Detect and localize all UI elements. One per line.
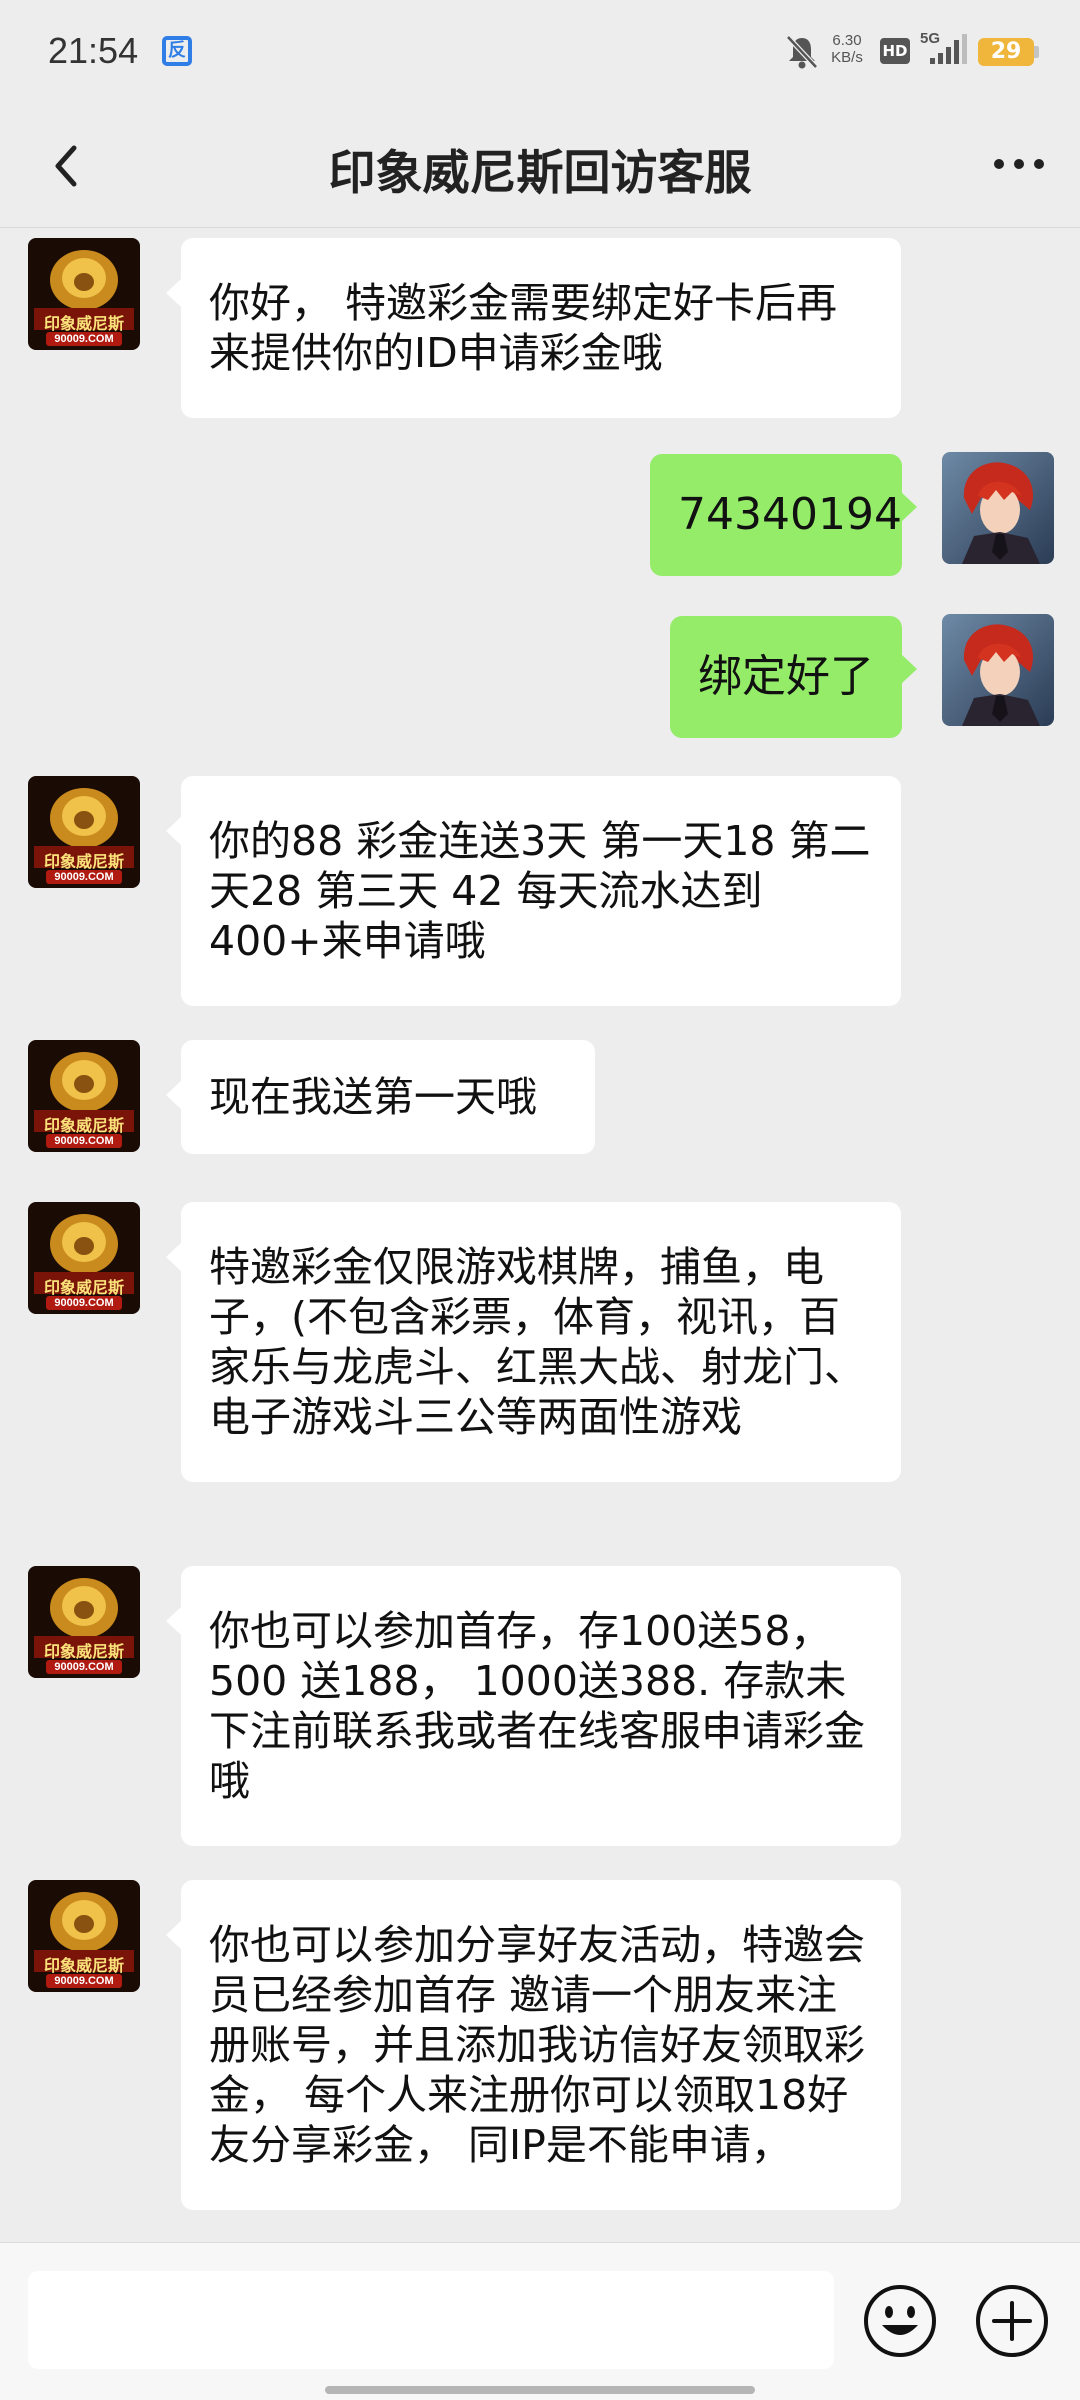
message-bubble-sent[interactable]: 74340194 — [650, 454, 917, 576]
user-avatar[interactable] — [942, 614, 1054, 726]
message-bubble-received[interactable]: 你的88 彩金连送3天 第一天18 第二天28 第三天 42 每天流水达到400… — [166, 776, 901, 1006]
message-input[interactable] — [28, 2271, 834, 2369]
message-bubble-received[interactable]: 现在我送第一天哦 — [166, 1040, 595, 1154]
agent-logo-text: 印象威尼斯 — [43, 852, 124, 871]
message-bubble-received[interactable]: 你好， 特邀彩金需要绑定好卡后再来提供你的ID申请彩金哦 — [166, 238, 901, 418]
message-input-bar — [0, 2242, 1080, 2400]
app-notification-icon: 反 — [162, 36, 192, 66]
chat-header: 印象威尼斯回访客服 — [0, 104, 1080, 228]
agent-avatar[interactable]: 印象威尼斯 90009.COM — [28, 238, 140, 350]
chat-message-list[interactable]: 印象威尼斯 90009.COM 你好， 特邀彩金需要绑定好卡后再来提供你的ID申… — [0, 228, 1080, 2242]
bell-off-icon — [786, 35, 818, 69]
message-bubble-received[interactable]: 你也可以参加首存，存100送58，500 送188， 1000送388. 存款未… — [166, 1566, 901, 1846]
message-bubble-received[interactable]: 特邀彩金仅限游戏棋牌，捕鱼，电子，(不包含彩票，体育，视讯，百家乐与龙虎斗、红黑… — [166, 1202, 901, 1482]
network-speed: 6.30 KB/s — [826, 32, 868, 82]
home-indicator[interactable] — [325, 2386, 755, 2394]
status-time: 21:54 — [48, 30, 139, 71]
agent-avatar[interactable]: 印象威尼斯 90009.COM — [28, 1040, 140, 1152]
agent-avatar[interactable]: 印象威尼斯 90009.COM — [28, 1880, 140, 1992]
agent-logo-url: 90009.COM — [54, 1975, 114, 1987]
emoji-icon[interactable] — [862, 2283, 938, 2359]
agent-logo-text: 印象威尼斯 — [43, 1116, 124, 1135]
network-speed-unit: KB/s — [831, 49, 863, 66]
chevron-left-icon[interactable] — [40, 136, 96, 196]
anime-character-icon — [942, 452, 1054, 564]
agent-avatar[interactable]: 印象威尼斯 90009.COM — [28, 1202, 140, 1314]
agent-logo-text: 印象威尼斯 — [43, 314, 124, 333]
battery-indicator: 29 — [978, 38, 1034, 66]
plus-circle-icon[interactable] — [974, 2283, 1050, 2359]
message-bubble-received[interactable]: 你也可以参加分享好友活动，特邀会员已经参加首存 邀请一个朋友来注册账号，并且添加… — [166, 1880, 901, 2210]
agent-logo-url: 90009.COM — [54, 1135, 114, 1147]
agent-logo-url: 90009.COM — [54, 333, 114, 345]
user-avatar[interactable] — [942, 452, 1054, 564]
signal-icon: 5G — [920, 30, 968, 70]
more-dots-icon[interactable] — [990, 144, 1048, 184]
agent-avatar[interactable]: 印象威尼斯 90009.COM — [28, 1566, 140, 1678]
agent-logo-url: 90009.COM — [54, 1297, 114, 1309]
status-bar: 21:54 反 6.30 KB/s HD 5G 29 — [0, 0, 1080, 104]
message-bubble-sent[interactable]: 绑定好了 — [670, 616, 917, 738]
agent-logo-text: 印象威尼斯 — [43, 1956, 124, 1975]
battery-tip — [1034, 46, 1039, 58]
network-speed-value: 6.30 — [832, 32, 862, 49]
agent-avatar[interactable]: 印象威尼斯 90009.COM — [28, 776, 140, 888]
agent-logo-text: 印象威尼斯 — [43, 1278, 124, 1297]
agent-logo-url: 90009.COM — [54, 1661, 114, 1673]
hd-badge: HD — [880, 38, 910, 64]
chat-title: 印象威尼斯回访客服 — [328, 146, 752, 201]
agent-logo-url: 90009.COM — [54, 871, 114, 883]
agent-logo-text: 印象威尼斯 — [43, 1642, 124, 1661]
anime-character-icon — [942, 614, 1054, 726]
